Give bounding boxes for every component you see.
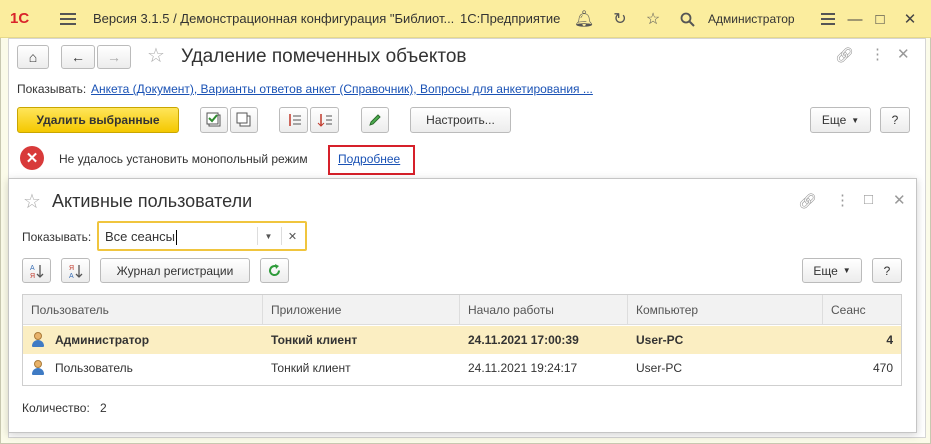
cell-start: 24.11.2021 19:24:17 <box>468 361 578 375</box>
menu-icon-right[interactable] <box>818 9 838 29</box>
minimize-icon[interactable]: — <box>845 9 865 29</box>
configure-button[interactable]: Настроить... <box>410 107 511 133</box>
uncheck-all-icon[interactable] <box>230 107 258 133</box>
cell-start: 24.11.2021 17:00:39 <box>468 333 579 347</box>
back-icon[interactable]: ← <box>61 45 95 69</box>
active-users-dialog: ☆ Активные пользователи 🔗︎ ⋮ □ ✕ Показыв… <box>8 178 917 433</box>
modal-more-button-label: Еще <box>813 263 838 278</box>
modal-more-button[interactable]: Еще ▼ <box>802 258 862 283</box>
search-icon[interactable] <box>677 9 697 29</box>
sort-asc-icon[interactable]: АЯ <box>22 258 51 283</box>
title-bar: 1С Версия 3.1.5 / Демонстрационная конфи… <box>0 0 931 38</box>
session-filter-value: Все сеансы <box>105 229 177 246</box>
cell-computer: User-PC <box>636 333 684 347</box>
home-icon[interactable]: ⌂ <box>17 45 49 69</box>
svg-text:А: А <box>69 273 74 279</box>
error-icon: ✕ <box>20 146 44 170</box>
sort-desc-icon[interactable]: ЯА <box>61 258 90 283</box>
column-header-computer[interactable]: Компьютер <box>628 295 823 325</box>
bell-icon[interactable]: 🔔︎ <box>574 9 594 29</box>
event-log-button[interactable]: Журнал регистрации <box>100 258 250 283</box>
user-icon <box>31 332 45 348</box>
modal-help-button[interactable]: ? <box>872 258 902 283</box>
user-name[interactable]: Администратор <box>708 12 795 26</box>
cell-session: 4 <box>886 333 893 347</box>
app-logo: 1С <box>10 10 30 27</box>
app-name: 1С:Предприятие <box>460 11 561 26</box>
expand-tree-icon[interactable] <box>279 107 308 133</box>
help-button[interactable]: ? <box>880 107 910 133</box>
history-icon[interactable]: ↻ <box>610 9 630 29</box>
page-title: Удаление помеченных объектов <box>181 46 467 67</box>
modal-title: Активные пользователи <box>52 191 253 211</box>
table-row[interactable]: Пользователь Тонкий клиент 24.11.2021 19… <box>23 354 901 382</box>
show-filter-link[interactable]: Анкета (Документ), Варианты ответов анке… <box>91 82 593 96</box>
close-window-icon[interactable]: ✕ <box>897 45 910 63</box>
error-message: Не удалось установить монопольный режим <box>59 152 308 166</box>
check-all-icon[interactable] <box>200 107 228 133</box>
cell-user: Пользователь <box>55 361 133 375</box>
delete-selected-button[interactable]: Удалить выбранные <box>17 107 179 133</box>
more-button-label: Еще <box>821 113 847 127</box>
user-icon <box>31 360 45 376</box>
cell-app: Тонкий клиент <box>271 361 351 375</box>
column-header-session[interactable]: Сеанс <box>823 295 901 325</box>
svg-text:Я: Я <box>69 265 74 272</box>
cell-user: Администратор <box>55 333 150 347</box>
svg-text:Я: Я <box>30 273 35 279</box>
more-vert-icon[interactable]: ⋮ <box>870 45 885 63</box>
column-header-user[interactable]: Пользователь <box>23 295 263 325</box>
count-value: 2 <box>100 401 107 415</box>
window-title: Версия 3.1.5 / Демонстрационная конфигур… <box>93 11 455 26</box>
cell-app: Тонкий клиент <box>271 333 358 347</box>
edit-pencil-icon[interactable] <box>361 107 389 133</box>
column-header-app[interactable]: Приложение <box>263 295 460 325</box>
details-link[interactable]: Подробнее <box>338 152 400 166</box>
modal-show-label: Показывать: <box>22 230 92 244</box>
maximize-icon[interactable]: □ <box>870 9 890 29</box>
chevron-down-icon: ▼ <box>851 115 860 125</box>
menu-icon[interactable] <box>60 10 76 26</box>
clear-icon[interactable]: ✕ <box>281 227 303 245</box>
modal-link-icon[interactable]: 🔗︎ <box>798 192 817 210</box>
cell-computer: User-PC <box>636 361 683 375</box>
modal-favorite-star-icon[interactable]: ☆ <box>23 189 41 214</box>
table-row[interactable]: Администратор Тонкий клиент 24.11.2021 1… <box>23 326 901 354</box>
forward-icon[interactable]: → <box>97 45 131 69</box>
sessions-table: Пользователь Приложение Начало работы Ко… <box>22 294 902 386</box>
svg-text:А: А <box>30 265 35 272</box>
more-button[interactable]: Еще ▼ <box>810 107 871 133</box>
session-filter-select[interactable]: Все сеансы ▼ ✕ <box>97 221 307 251</box>
cell-session: 470 <box>872 361 893 375</box>
link-icon[interactable]: 🔗︎ <box>835 46 854 64</box>
table-header: Пользователь Приложение Начало работы Ко… <box>23 295 901 325</box>
modal-more-vert-icon[interactable]: ⋮ <box>835 191 850 209</box>
dropdown-arrow-icon[interactable]: ▼ <box>257 227 279 245</box>
modal-maximize-icon[interactable]: □ <box>864 191 873 208</box>
count-label: Количество: <box>22 401 90 415</box>
close-icon[interactable]: ✕ <box>900 9 920 29</box>
modal-close-icon[interactable]: ✕ <box>893 191 906 209</box>
modal-chevron-down-icon: ▼ <box>842 266 851 275</box>
column-header-start[interactable]: Начало работы <box>460 295 628 325</box>
show-label: Показывать: <box>17 82 87 96</box>
favorite-star-icon[interactable]: ☆ <box>147 43 165 68</box>
star-icon[interactable]: ☆ <box>643 9 663 29</box>
collapse-tree-icon[interactable] <box>310 107 339 133</box>
refresh-icon[interactable] <box>260 258 289 283</box>
